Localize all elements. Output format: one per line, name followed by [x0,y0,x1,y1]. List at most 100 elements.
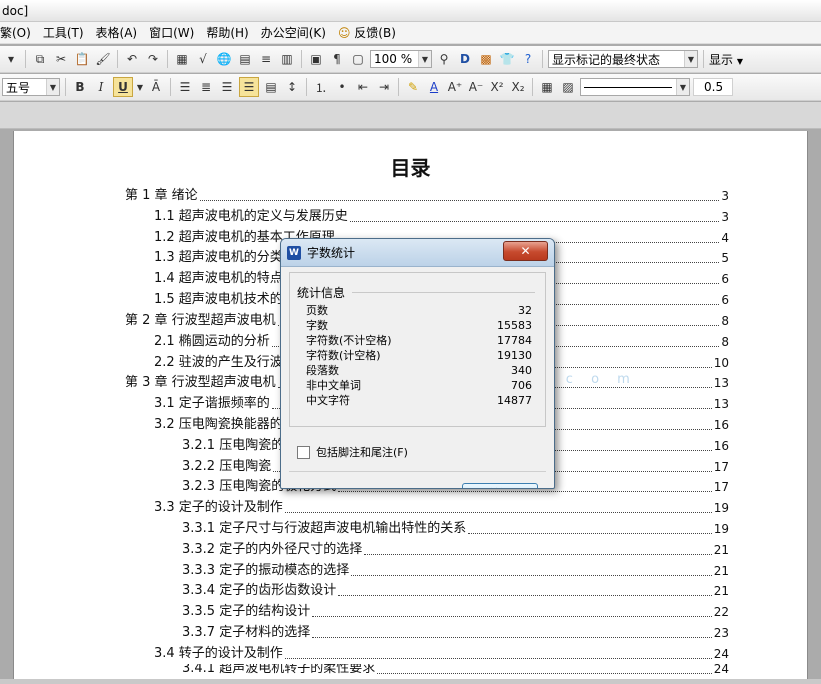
menu-item-help[interactable]: 帮助(H) [200,24,254,41]
numbering-icon[interactable]: ⒈ [312,78,330,96]
toc-entry-page: 19 [713,501,729,515]
toc-entry[interactable]: 3.4 转子的设计及制作 24 [154,644,729,664]
track-changes-mode-select[interactable]: 显示标记的最终状态 ▼ [548,50,698,68]
toc-entry[interactable]: 3.3.4 定子的齿形齿数设计 21 [182,581,729,601]
toc-entry-text: 3.3 定子的设计及制作 [154,498,283,518]
help-icon[interactable]: ? [519,50,537,68]
copy-icon[interactable]: ⧉ [31,50,49,68]
toc-entry[interactable]: 1.1 超声波电机的定义与发展历史 3 [154,207,729,227]
align-center-icon[interactable]: ≣ [197,78,215,96]
stat-label: 页数 [306,304,328,317]
toc-entry[interactable]: 3.3.1 定子尺寸与行波超声波电机输出特性的关系 19 [182,519,729,539]
menu-item-window[interactable]: 窗口(W) [143,24,200,41]
template-icon[interactable]: ▩ [477,50,495,68]
grow-font-icon[interactable]: A⁺ [446,78,464,96]
shrink-font-icon[interactable]: A⁻ [467,78,485,96]
close-icon[interactable]: ✕ [503,241,548,261]
underline-icon[interactable]: U [113,77,133,97]
stat-label: 字数 [306,319,328,332]
toc-leader [312,616,712,617]
toc-entry-text: 1.5 超声波电机技术的 [154,290,283,310]
toc-entry-page: 19 [713,522,729,536]
line-style-select[interactable]: ▼ [580,78,690,96]
wps-doc-icon[interactable]: D [456,50,474,68]
toc-entry[interactable]: 3.3.3 定子的振动模态的选择 21 [182,561,729,581]
bold-icon[interactable]: B [71,78,89,96]
menu-item-office-space[interactable]: 办公空间(K) [255,24,332,41]
paste-icon[interactable]: 📋 [73,50,91,68]
toc-entry[interactable]: 3.3.2 定子的内外径尺寸的选择 21 [182,540,729,560]
italic-icon[interactable]: I [92,78,110,96]
word-count-dialog: W 字数统计 ✕ 统计信息 页数 32 字数 15583 字符数(不计空格) 1778… [280,238,555,489]
status-bar [0,679,821,684]
show-menu-button[interactable]: 显示 ▼ [709,51,743,68]
align-right-icon[interactable]: ☰ [218,78,236,96]
line-width-select[interactable]: 0.5 [693,78,733,96]
wardrobe-icon[interactable]: 👕 [498,50,516,68]
undo-icon[interactable]: ↶ [123,50,141,68]
table-insert-icon[interactable]: ▦ [173,50,191,68]
stat-row: 页数 32 [306,303,532,318]
toc-entry[interactable]: 第 1 章 绪论 3 [125,186,729,206]
toc-entry-page: 8 [721,335,729,349]
toc-entry[interactable]: 3.3 定子的设计及制作 19 [154,498,729,518]
close-button[interactable]: 关闭 [462,483,538,488]
menu-item-tools[interactable]: 工具(T) [37,24,90,41]
highlight-icon[interactable]: ✎ [404,78,422,96]
format-brush-icon[interactable]: 🖌 [94,50,112,68]
toc-entry-text: 3.4 转子的设计及制作 [154,644,283,664]
toc-entry[interactable]: 3.4.1 超声波电机转子的柔性要求 24 [182,664,729,679]
toc-entry-text: 2.1 椭圆运动的分析 [154,332,270,352]
toc-entry-page: 3 [721,210,729,224]
toc-leader [312,637,712,638]
increase-indent-icon[interactable]: ⇥ [375,78,393,96]
chevron-down-icon[interactable]: ▼ [136,78,144,96]
toc-entry-text: 3.3.7 定子材料的选择 [182,623,311,643]
table-grid-icon[interactable]: ▤ [236,50,254,68]
font-effects-icon[interactable]: Ā [147,78,165,96]
redo-icon[interactable]: ↷ [144,50,162,68]
toc-entry-text: 第 1 章 绪论 [125,186,198,206]
zoom-select[interactable]: 100 % ▼ [370,50,432,68]
toc-entry[interactable]: 3.3.5 定子的结构设计 22 [182,602,729,622]
page-icon[interactable]: ▢ [349,50,367,68]
toc-leader [284,658,712,659]
shading-icon[interactable]: ▨ [559,78,577,96]
show-paragraph-icon[interactable]: ¶ [328,50,346,68]
toc-entry-text: 3.1 定子谐振频率的 [154,394,270,414]
superscript-icon[interactable]: X² [488,78,506,96]
format-painter-dropdown-icon[interactable]: ▾ [2,50,20,68]
menu-item-format[interactable]: 繁(O) [0,24,37,41]
menu-item-table[interactable]: 表格(A) [90,24,144,41]
cut-icon[interactable]: ✂ [52,50,70,68]
justify-icon[interactable]: ☰ [239,77,259,97]
find-binoculars-icon[interactable]: ⚲ [435,50,453,68]
bullets-icon[interactable]: • [333,78,351,96]
distributed-align-icon[interactable]: ▤ [262,78,280,96]
toc-entry-page: 4 [721,231,729,245]
toolbar-separator [117,50,118,68]
font-size-select[interactable]: 五号 ▼ [2,78,60,96]
document-map-icon[interactable]: ▣ [307,50,325,68]
toc-entry[interactable]: 3.3.7 定子材料的选择 23 [182,623,729,643]
columns-icon[interactable]: ≡ [257,50,275,68]
checkbox-box[interactable] [297,445,310,459]
font-color-icon[interactable]: A [425,78,443,96]
toc-entry-text: 3.3.2 定子的内外径尺寸的选择 [182,540,363,560]
stat-row: 字符数(计空格) 19130 [306,348,532,363]
menu-item-feedback[interactable]: ☺ 反馈(B) [332,24,402,41]
line-spacing-icon[interactable]: ↕ [283,78,301,96]
font-size-value: 五号 [6,80,31,95]
subscript-icon[interactable]: X₂ [509,78,527,96]
border-icon[interactable]: ▦ [538,78,556,96]
toc-entry-text: 2.2 驻波的产生及行波 [154,353,283,373]
chart-icon[interactable]: ▥ [278,50,296,68]
dialog-title-bar[interactable]: W 字数统计 ✕ [281,239,554,267]
decrease-indent-icon[interactable]: ⇤ [354,78,372,96]
align-left-icon[interactable]: ☰ [176,78,194,96]
formula-icon[interactable]: √ [194,50,212,68]
include-footnotes-checkbox[interactable]: 包括脚注和尾注(F) [297,444,408,460]
hyperlink-globe-icon[interactable]: 🌐 [215,50,233,68]
toc-entry-page: 3 [721,189,729,203]
stat-label: 非中文单词 [306,379,361,392]
